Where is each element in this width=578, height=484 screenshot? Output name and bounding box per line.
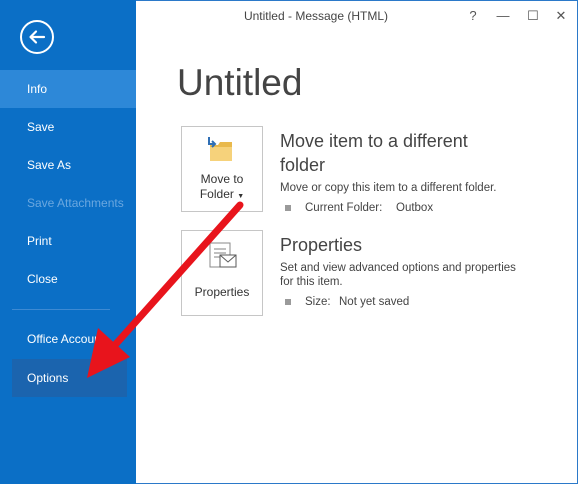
sidebar-divider xyxy=(12,309,110,310)
bullet-icon xyxy=(285,299,291,305)
move-title-line2: folder xyxy=(280,155,326,175)
sidebar-item-office-account[interactable]: Office Account xyxy=(0,320,136,358)
move-to-label-line1: Move to xyxy=(200,172,244,186)
properties-icon xyxy=(209,242,237,268)
size-label: Size: xyxy=(305,296,331,308)
move-to-label-line2: Folder ▼ xyxy=(182,187,262,204)
properties-description-line2: for this item. xyxy=(280,276,343,288)
sidebar-item-save[interactable]: Save xyxy=(0,108,136,146)
backstage-sidebar: Info Save Save As Save Attachments Print… xyxy=(0,0,136,484)
move-to-folder-button[interactable]: Move to Folder ▼ xyxy=(181,126,263,212)
properties-button-label: Properties xyxy=(194,285,250,299)
move-description: Move or copy this item to a different fo… xyxy=(280,182,497,194)
back-arrow-icon[interactable] xyxy=(20,20,54,54)
current-folder-value: Outbox xyxy=(396,202,434,214)
folder-label: Folder xyxy=(199,187,234,201)
page-title: Untitled xyxy=(177,62,303,103)
move-folder-icon xyxy=(208,137,232,161)
sidebar-item-info[interactable]: Info xyxy=(0,70,136,108)
move-title-line1: Move item to a different xyxy=(280,131,468,151)
minimize-button[interactable]: — xyxy=(492,6,514,26)
maximize-button[interactable]: ☐ xyxy=(522,6,544,26)
size-value: Not yet saved xyxy=(339,296,410,308)
close-button[interactable]: ✕ xyxy=(550,6,572,26)
properties-button[interactable]: Properties xyxy=(181,230,263,316)
current-folder-label: Current Folder: xyxy=(305,202,383,214)
help-button[interactable]: ? xyxy=(462,6,484,26)
sidebar-item-close[interactable]: Close xyxy=(0,260,136,298)
window-title: Untitled - Message (HTML) xyxy=(243,9,389,23)
bullet-icon xyxy=(285,205,291,211)
sidebar-item-save-as[interactable]: Save As xyxy=(0,146,136,184)
sidebar-item-print[interactable]: Print xyxy=(0,222,136,260)
properties-title: Properties xyxy=(280,235,363,255)
properties-description-line1: Set and view advanced options and proper… xyxy=(280,262,516,274)
sidebar-item-save-attachments: Save Attachments xyxy=(27,196,124,210)
sidebar-item-options[interactable]: Options xyxy=(12,359,127,397)
dropdown-caret-icon: ▼ xyxy=(237,193,245,200)
